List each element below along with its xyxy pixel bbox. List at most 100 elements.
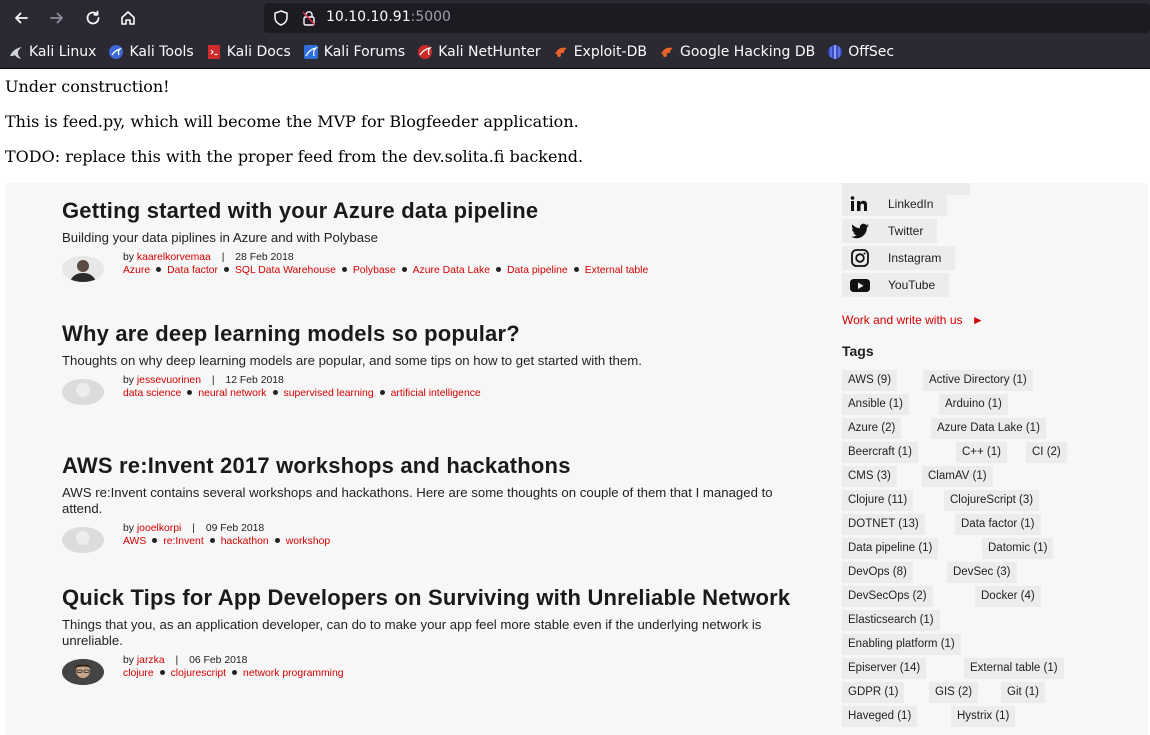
post-description: Thoughts on why deep learning models are… (62, 353, 642, 368)
avatar (62, 527, 104, 553)
post-meta-text: by kaarelkorvemaa | 28 Feb 2018 Azure Dat… (123, 252, 807, 277)
post-title: Why are deep learning models so popular? (62, 321, 520, 346)
meta-separator: | (221, 252, 225, 263)
tag-pill: DevSec (3) (947, 562, 1017, 583)
post-card: Why are deep learning models so popular?… (62, 322, 807, 405)
meta-separator: | (211, 375, 215, 386)
tag-pill: ClamAV (1) (922, 466, 993, 487)
post-meta: by kaarelkorvemaa | 28 Feb 2018 Azure Dat… (62, 252, 807, 282)
tag-pill: C++ (1) (956, 442, 1007, 463)
home-icon[interactable] (115, 5, 141, 31)
url-text[interactable]: 10.10.10.91:5000 (326, 9, 451, 25)
kali-tools-icon (108, 44, 124, 60)
post-date: 28 Feb 2018 (235, 252, 294, 263)
page-line-todo: TODO: replace this with the proper feed … (5, 147, 584, 166)
tag-pill: Haveged (1) (842, 706, 918, 727)
kali-forums-icon (303, 44, 319, 60)
post-meta: by jooelkorpi | 09 Feb 2018 AWS re:Invent… (62, 523, 807, 553)
reload-icon[interactable] (80, 5, 106, 31)
instagram-icon (848, 249, 872, 267)
bookmark-offsec[interactable]: OffSec (827, 44, 894, 60)
tag-bullet (209, 538, 215, 544)
tag-link: External table (584, 264, 649, 276)
tag-bullet (496, 267, 502, 273)
tags-heading: Tags (842, 343, 874, 359)
bookmark-label: Google Hacking DB (679, 44, 816, 60)
tag-link: data science (123, 387, 182, 399)
tag-pill: Datomic (1) (982, 538, 1054, 559)
bookmark-kali-forums[interactable]: Kali Forums (303, 44, 405, 60)
by-label: by (123, 655, 134, 666)
by-label: by (123, 523, 134, 534)
arrow-right-icon: ► (971, 313, 984, 327)
tag-bullet (152, 538, 158, 544)
tag-link: Azure Data Lake (412, 264, 491, 276)
tag-bullet (379, 390, 385, 396)
tag-bullet (159, 670, 165, 676)
social-label: Instagram (888, 251, 942, 265)
by-label: by (123, 252, 134, 263)
kali-dragon-icon (8, 44, 24, 60)
browser-toolbar: 10.10.10.91:5000 (0, 0, 1150, 36)
shield-icon[interactable] (272, 9, 290, 27)
post-date: 09 Feb 2018 (205, 523, 265, 534)
twitter-icon (848, 222, 872, 240)
tag-bullet (272, 390, 278, 396)
work-and-write-label: Work and write with us (842, 313, 963, 327)
avatar (62, 379, 104, 405)
forward-arrow-icon[interactable] (44, 5, 70, 31)
bookmarks-bar: Kali Linux Kali Tools Kali Docs Kali For… (0, 36, 1150, 69)
author-link: kaarelkorvemaa (136, 252, 211, 263)
tag-pill: Episerver (14) (842, 658, 927, 679)
tag-link: neural network (198, 387, 267, 399)
tag-pill: Enabling platform (1) (842, 634, 961, 655)
social-link-linkedin: LinkedIn (842, 192, 948, 216)
tag-link: clojure (123, 667, 154, 679)
social-link-instagram: Instagram (842, 246, 956, 270)
meta-separator: | (192, 523, 195, 534)
by-label: by (123, 375, 134, 386)
bookmark-kali-nethunter[interactable]: Kali NetHunter (417, 44, 541, 60)
back-arrow-icon[interactable] (8, 5, 34, 31)
lock-icon[interactable] (300, 9, 318, 27)
tag-pill: DevSecOps (2) (842, 586, 933, 607)
kali-docs-icon (206, 44, 222, 60)
tag-bullet (274, 538, 280, 544)
tag-pill: Data factor (1) (955, 514, 1041, 535)
post-card: Getting started with your Azure data pip… (62, 199, 807, 282)
bookmark-exploit-db[interactable]: Exploit-DB (553, 44, 647, 60)
url-port: :5000 (410, 9, 451, 25)
post-card: Quick Tips for App Developers on Survivi… (62, 586, 807, 685)
post-meta: by jessevuorinen | 12 Feb 2018 data scie… (62, 375, 807, 405)
bookmark-kali-docs[interactable]: Kali Docs (206, 44, 291, 60)
ghdb-icon (659, 44, 675, 60)
tag-bullet (401, 267, 407, 273)
tag-link: Data factor (167, 264, 218, 276)
social-label: YouTube (888, 278, 936, 292)
tag-pill: Git (1) (1001, 682, 1045, 703)
meta-separator: | (175, 655, 179, 666)
post-title: Getting started with your Azure data pip… (62, 198, 539, 223)
bookmark-kali-linux[interactable]: Kali Linux (8, 44, 96, 60)
tag-bullet (232, 670, 238, 676)
post-meta: by jarzka | 06 Feb 2018 clojure clojuresc… (62, 655, 807, 685)
work-and-write-link: Work and write with us ► (842, 313, 984, 327)
tag-pill: DevOps (8) (842, 562, 913, 583)
tag-bullet (156, 267, 162, 273)
tag-pill: Clojure (11) (842, 490, 914, 511)
tag-pill: Data pipeline (1) (842, 538, 939, 559)
nethunter-icon (417, 44, 433, 60)
page-line-construction: Under construction! (5, 77, 170, 96)
offsec-icon (827, 44, 843, 60)
tag-link: SQL Data Warehouse (234, 264, 336, 276)
bookmark-kali-tools[interactable]: Kali Tools (108, 44, 194, 60)
bookmark-google-hacking-db[interactable]: Google Hacking DB (659, 44, 815, 60)
tag-pill: Hystrix (1) (951, 706, 1016, 727)
post-description: Things that you, as an application devel… (62, 617, 762, 648)
url-bar[interactable]: 10.10.10.91:5000 (264, 3, 1150, 33)
bookmark-label: Kali Linux (29, 44, 97, 60)
tag-pill: Elasticsearch (1) (842, 610, 940, 631)
linkedin-icon (848, 195, 872, 213)
bookmark-label: Kali Forums (323, 44, 406, 60)
youtube-icon (848, 276, 872, 294)
